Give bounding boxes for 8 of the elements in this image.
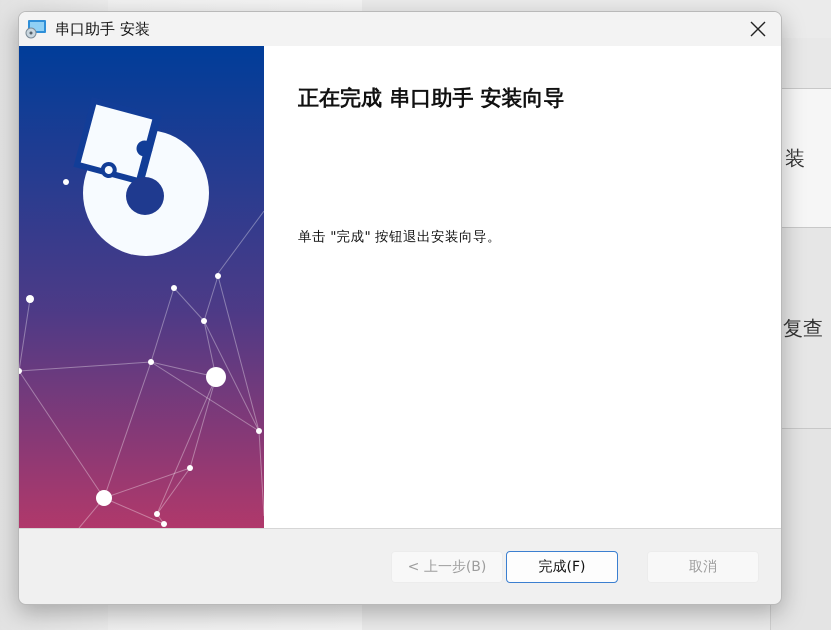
monitor-icon xyxy=(25,19,47,39)
finish-button[interactable]: 完成(F) xyxy=(506,550,618,582)
close-icon xyxy=(750,21,766,37)
wizard-message: 单击 "完成" 按钮退出安装向导。 xyxy=(298,228,502,246)
background-text: 复查 xyxy=(783,314,823,342)
wizard-heading: 正在完成 串口助手 安装向导 xyxy=(298,84,566,112)
window-title: 串口助手 安装 xyxy=(55,20,151,38)
background-text: 装 xyxy=(785,144,805,172)
